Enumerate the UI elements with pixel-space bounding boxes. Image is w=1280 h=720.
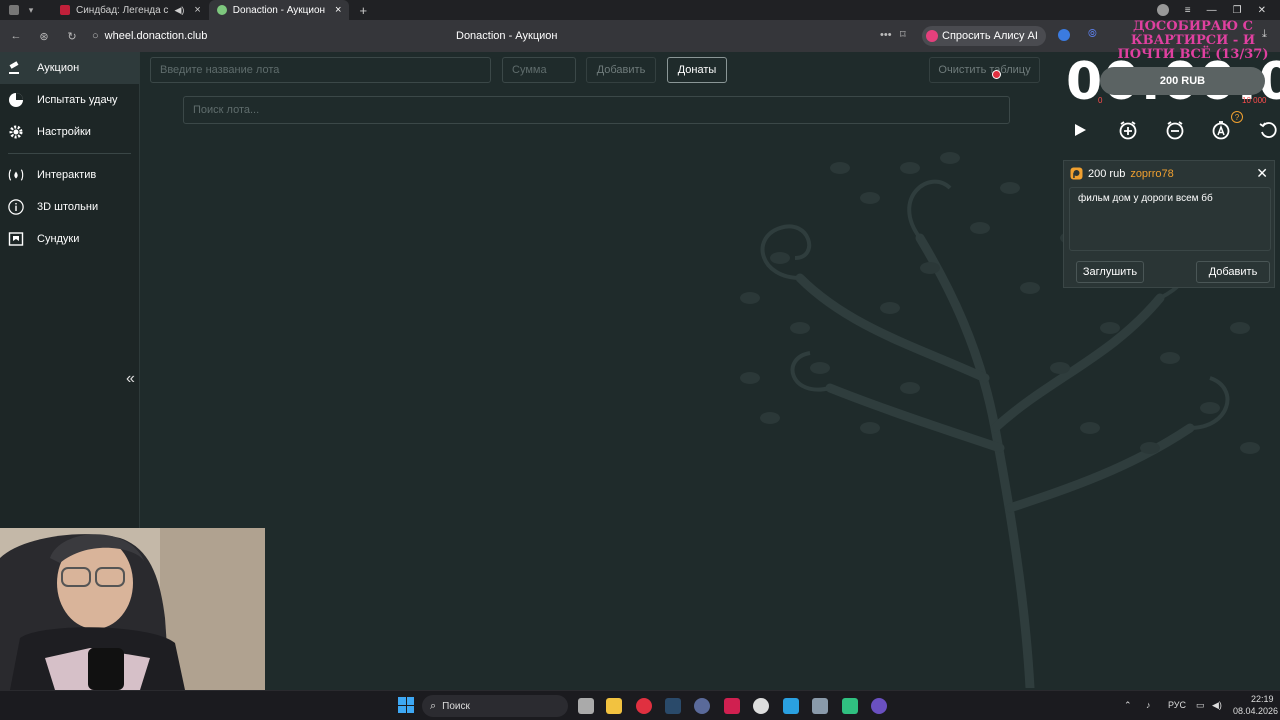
settings-icon[interactable]: [812, 698, 828, 714]
menu-icon[interactable]: ≡: [1185, 5, 1191, 16]
info-circle-icon: [8, 199, 24, 215]
speaker-icon[interactable]: ◀): [174, 5, 184, 16]
kinopoisk-favicon: [60, 5, 70, 15]
reset-icon[interactable]: [1256, 118, 1280, 142]
microphone-icon[interactable]: ♪: [1146, 700, 1151, 710]
range-min-label: 0: [1098, 96, 1103, 105]
webcam-person-image: [0, 528, 265, 690]
auto-timer-icon[interactable]: [1209, 118, 1233, 142]
telegram-icon[interactable]: [783, 698, 799, 714]
tab-sindbad[interactable]: Синдбад: Легенда с ◀) ×: [52, 0, 209, 20]
sidebar-item-3d-mines[interactable]: 3D штольни: [0, 191, 139, 223]
collapse-sidebar-button[interactable]: «: [126, 370, 135, 388]
app-icon[interactable]: [694, 698, 710, 714]
chest-icon: [8, 231, 24, 247]
lot-search-input[interactable]: [183, 96, 1010, 124]
mute-button[interactable]: Заглушить: [1076, 261, 1144, 283]
donationalerts-icon: [1070, 167, 1083, 180]
donation-amount: 200 rub: [1088, 167, 1126, 180]
sidebar-divider: [8, 153, 131, 154]
tab-donaction[interactable]: Donaction - Аукцион ×: [208, 0, 350, 20]
help-icon[interactable]: ?: [1231, 111, 1243, 123]
more-icon[interactable]: •••: [880, 29, 892, 41]
donation-header: 200 rub zoprro78: [1070, 167, 1174, 180]
add-time-icon[interactable]: [1116, 118, 1140, 142]
maximize-icon[interactable]: ❐: [1233, 5, 1242, 16]
clear-table-button[interactable]: Очистить таблицу: [929, 57, 1040, 83]
file-explorer-icon[interactable]: [606, 698, 622, 714]
sum-input[interactable]: [502, 57, 576, 83]
sidebar-item-auction[interactable]: Аукцион: [0, 52, 139, 84]
back-icon[interactable]: ←: [8, 30, 24, 42]
donation-message[interactable]: фильм дом у дороги всем бб: [1069, 187, 1271, 251]
min-bid-pill: 200 RUB: [1100, 67, 1265, 95]
profile-avatar[interactable]: [1156, 4, 1169, 16]
play-icon[interactable]: [1068, 118, 1092, 142]
fire-icon: [8, 167, 24, 183]
taskbar-search[interactable]: ⌕ Поиск: [422, 695, 568, 717]
language-indicator[interactable]: РУС: [1168, 700, 1186, 710]
close-tab-icon[interactable]: ×: [194, 4, 200, 16]
tab-list-chevron-icon[interactable]: ▾: [24, 5, 38, 16]
cursor-pointer-icon: [992, 70, 1001, 79]
search-icon: ⌕: [430, 699, 437, 712]
sidebar-item-luck[interactable]: Испытать удачу: [0, 84, 139, 116]
webcam-feed: [0, 528, 265, 690]
window-controls: ≡ — ❐ ✕: [1156, 0, 1280, 20]
protect-icon[interactable]: ⊛: [36, 30, 52, 43]
sidebar-item-interactive[interactable]: Интерактив: [0, 159, 139, 191]
sidebar-item-settings[interactable]: Настройки: [0, 116, 139, 148]
taskbar: ⌕ Поиск ⌃ ♪ РУС ▭ ◀) 22:19 08.04.2026: [0, 690, 1280, 720]
add-donation-button[interactable]: Добавить: [1196, 261, 1270, 283]
gear-icon: [8, 124, 24, 140]
new-tab-icon[interactable]: +: [359, 3, 367, 18]
lot-name-input[interactable]: [150, 57, 491, 83]
close-window-icon[interactable]: ✕: [1258, 5, 1266, 16]
chevron-up-icon[interactable]: ⌃: [1124, 700, 1132, 711]
address-bar: ← ⊛ ↻ ○ wheel.donaction.club Donaction -…: [0, 20, 1280, 52]
site-info-icon[interactable]: ○: [92, 30, 99, 42]
bookmark-icon[interactable]: ⌑: [900, 28, 906, 41]
volume-icon[interactable]: ◀): [1212, 700, 1222, 711]
extension-icon[interactable]: [1058, 29, 1070, 41]
url-field[interactable]: wheel.donaction.club: [105, 30, 208, 42]
alice-icon: [926, 30, 938, 42]
donates-button[interactable]: Донаты: [667, 57, 727, 83]
clock-date[interactable]: 08.04.2026: [1233, 706, 1278, 716]
add-lot-button[interactable]: Добавить: [586, 57, 656, 83]
app-icon[interactable]: [842, 698, 858, 714]
app-icon[interactable]: [871, 698, 887, 714]
auction-hammer-icon: [8, 60, 24, 76]
browser-menu-icon[interactable]: [4, 0, 24, 20]
app-icon[interactable]: [753, 698, 769, 714]
pie-wheel-icon: [8, 92, 24, 108]
app-icon[interactable]: [724, 698, 740, 714]
clock-time[interactable]: 22:19: [1251, 694, 1274, 704]
minimize-icon[interactable]: —: [1207, 5, 1217, 16]
yandex-browser-icon[interactable]: [636, 698, 652, 714]
reload-icon[interactable]: ↻: [64, 30, 80, 43]
windows-start-icon[interactable]: [398, 697, 414, 713]
page-title: Donaction - Аукцион: [456, 30, 558, 42]
donation-card: 200 rub zoprro78 ✕ фильм дом у дороги вс…: [1063, 160, 1275, 288]
donaction-favicon: [216, 5, 227, 15]
ask-alice-button[interactable]: Спросить Алису AI: [922, 26, 1046, 46]
steam-icon[interactable]: [665, 698, 681, 714]
close-icon[interactable]: ✕: [1256, 165, 1268, 182]
network-icon[interactable]: ▭: [1196, 700, 1205, 711]
task-view-icon[interactable]: [578, 698, 594, 714]
stream-overlay-text: ДОСОБИРАЮ С КВАРТИРСИ - И ПОЧТИ ВСЁ (13/…: [1117, 19, 1269, 62]
donor-name: zoprro78: [1130, 167, 1174, 180]
extension-icon[interactable]: ⦾: [1088, 28, 1097, 41]
close-tab-icon[interactable]: ×: [335, 4, 341, 16]
range-max-label: 10 000: [1242, 96, 1267, 105]
sidebar-item-chests[interactable]: Сундуки: [0, 223, 139, 255]
browser-tabbar: ▾ Синдбад: Легенда с ◀) × Donaction - Ау…: [0, 0, 1280, 20]
subtract-time-icon[interactable]: [1163, 118, 1187, 142]
